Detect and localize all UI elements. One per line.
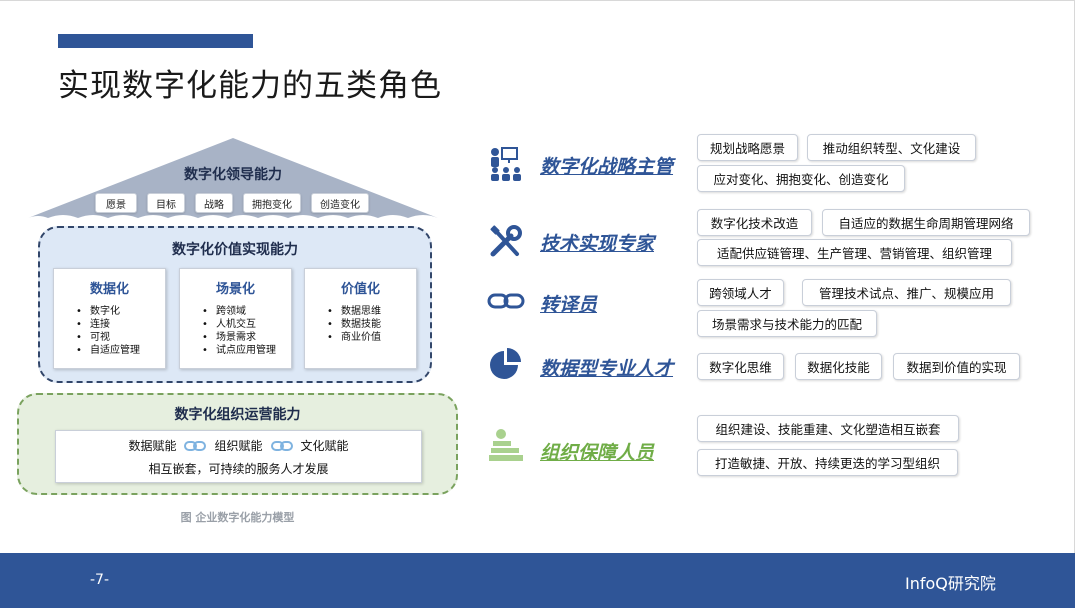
leadership-tag: 创造变化 xyxy=(311,193,369,213)
role-tag: 数据到价值的实现 xyxy=(893,353,1020,380)
role-tag: 打造敏捷、开放、持续更迭的学习型组织 xyxy=(697,449,958,476)
leadership-title: 数字化领导能力 xyxy=(184,167,282,183)
link-icon xyxy=(270,440,293,451)
org-enablement-row: 数据赋能 组织赋能 文化赋能 xyxy=(55,437,422,454)
role-tag: 数据化技能 xyxy=(795,353,882,380)
link-icon xyxy=(487,293,525,309)
org-capability-title: 数字化组织运营能力 xyxy=(174,407,301,423)
card-item: 数据技能 xyxy=(327,318,416,331)
org-item: 数据赋能 xyxy=(128,439,177,453)
value-capability-title: 数字化价值实现能力 xyxy=(172,242,298,258)
org-subtitle: 相互嵌套，可持续的服务人才发展 xyxy=(148,462,329,476)
value-card-datafication: 数据化 数字化 连接 可视 自适应管理 xyxy=(53,268,166,369)
role-tag: 适配供应链管理、生产管理、营销管理、组织管理 xyxy=(697,239,1012,266)
page-number: -7- xyxy=(90,572,110,588)
org-item: 组织赋能 xyxy=(214,439,263,453)
card-item: 自适应管理 xyxy=(76,344,165,357)
link-icon xyxy=(184,440,207,451)
value-card-valorization: 价值化 数据思维 数据技能 商业价值 xyxy=(304,268,417,369)
role-tag: 推动组织转型、文化建设 xyxy=(807,134,976,161)
role-tag: 组织建设、技能重建、文化塑造相互嵌套 xyxy=(697,415,959,442)
role-tag: 场景需求与技术能力的匹配 xyxy=(697,310,877,337)
leadership-tag: 战略 xyxy=(195,193,233,213)
card-item: 跨领域 xyxy=(202,305,291,318)
card-item: 场景需求 xyxy=(202,331,291,344)
leadership-tags: 愿景 目标 战略 拥抱变化 创造变化 xyxy=(95,193,369,213)
card-item: 连接 xyxy=(76,318,165,331)
books-icon xyxy=(489,429,523,461)
card-item: 可视 xyxy=(76,331,165,344)
role-tag: 规划战略愿景 xyxy=(697,134,798,161)
role-tech-expert: 技术实现专家 xyxy=(540,233,655,255)
title-accent-bar xyxy=(58,34,253,48)
role-tag: 数字化技术改造 xyxy=(697,209,812,236)
card-item: 商业价值 xyxy=(327,331,416,344)
role-tag: 管理技术试点、推广、规模应用 xyxy=(802,279,1011,306)
role-tag: 应对变化、拥抱变化、创造变化 xyxy=(697,165,905,192)
card-item: 数字化 xyxy=(76,305,165,318)
figure-caption: 图 企业数字化能力模型 xyxy=(180,511,295,524)
role-org-support: 组织保障人员 xyxy=(540,442,655,464)
role-data-professional: 数据型专业人才 xyxy=(540,358,674,380)
leadership-tag: 愿景 xyxy=(95,193,137,213)
presenter-icon xyxy=(491,147,521,181)
leadership-tag: 拥抱变化 xyxy=(243,193,301,213)
tools-icon xyxy=(490,225,522,257)
role-tag: 数字化思维 xyxy=(697,353,784,380)
frame-top-line xyxy=(0,0,1075,1)
card-item: 人机交互 xyxy=(202,318,291,331)
value-card-scenario: 场景化 跨领域 人机交互 场景需求 试点应用管理 xyxy=(179,268,292,369)
leadership-tag: 目标 xyxy=(147,193,185,213)
card-item: 数据思维 xyxy=(327,305,416,318)
role-strategy-lead: 数字化战略主管 xyxy=(540,156,674,178)
org-item: 文化赋能 xyxy=(300,439,349,453)
brand-label: InfoQ研究院 xyxy=(905,574,996,593)
card-item: 试点应用管理 xyxy=(202,344,291,357)
role-tag: 跨领域人才 xyxy=(697,279,784,306)
page-title: 实现数字化能力的五类角色 xyxy=(58,68,442,104)
pie-chart-icon xyxy=(490,348,521,379)
role-translator: 转译员 xyxy=(540,294,598,316)
card-title: 数据化 xyxy=(89,282,129,297)
card-title: 场景化 xyxy=(215,282,255,297)
card-title: 价值化 xyxy=(340,282,380,297)
role-tag: 自适应的数据生命周期管理网络 xyxy=(822,209,1030,236)
